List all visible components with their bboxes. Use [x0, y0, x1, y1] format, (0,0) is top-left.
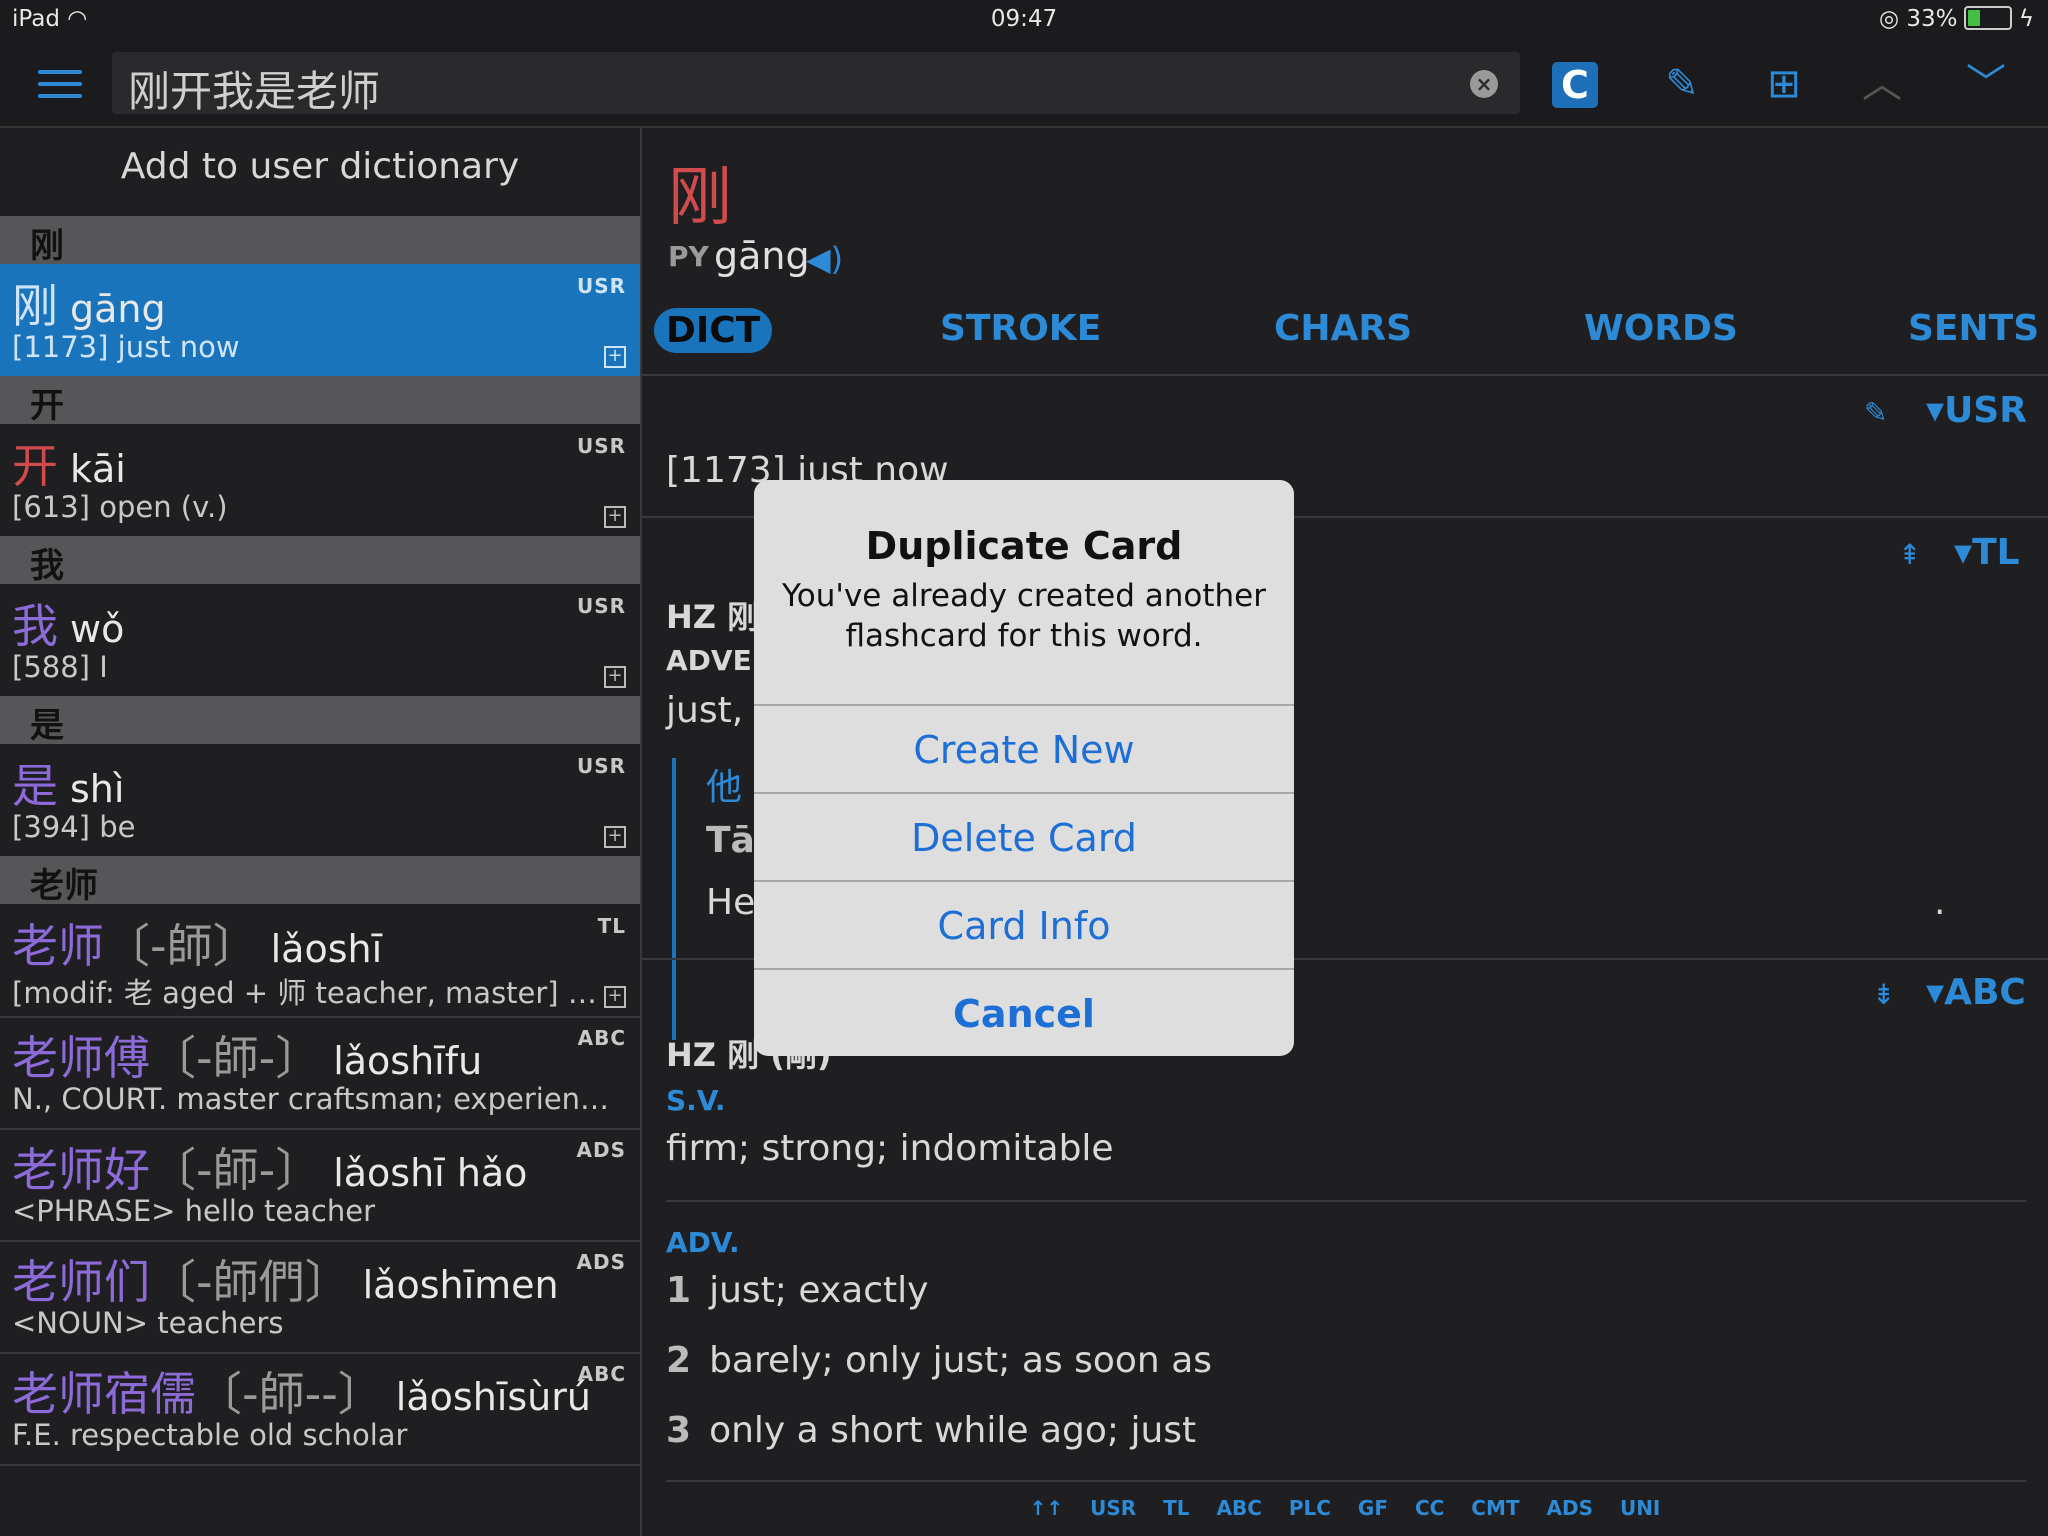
add-icon[interactable]: +	[604, 506, 626, 528]
add-icon[interactable]: +	[604, 826, 626, 848]
tab-words[interactable]: WORDS	[1584, 308, 1738, 349]
section-header: 老师	[0, 856, 640, 906]
top-toolbar: 刚开我是老师 × C ✎ ⊞ ︿ ﹀	[0, 40, 2048, 128]
abc-sense-3: 3 only a short while ago; just	[666, 1410, 1197, 1451]
edit-icon[interactable]: ✎	[1656, 58, 1708, 110]
divider	[666, 1480, 2026, 1482]
lock-rotation-icon: ◎	[1878, 6, 1900, 32]
section-header: 刚	[0, 216, 640, 266]
list-item[interactable]: 开 kāi [613] open (v.) USR +	[0, 424, 640, 538]
tl-hanzi: HZ 刚	[666, 598, 760, 636]
battery-status: ◎ 33% ϟ	[1878, 6, 2034, 32]
tab-stroke[interactable]: STROKE	[940, 308, 1101, 349]
cancel-button[interactable]: Cancel	[754, 968, 1294, 1056]
collapse-icon[interactable]: ⇞	[1898, 538, 1921, 571]
dialog-message: You've already created another flashcard…	[781, 578, 1266, 654]
section-header: 是	[0, 696, 640, 746]
add-icon[interactable]: +	[604, 666, 626, 688]
speaker-icon[interactable]: ◀)	[806, 240, 843, 278]
card-info-button[interactable]: Card Info	[754, 880, 1294, 970]
jump-cc[interactable]: CC	[1415, 1496, 1444, 1520]
section-header: 我	[0, 536, 640, 586]
edit-icon[interactable]: ✎	[1864, 396, 1887, 429]
list-item[interactable]: 老师〔-師〕 lǎoshī [modif: 老 aged + 师 teacher,…	[0, 904, 640, 1018]
list-item[interactable]: 老师好〔-師-〕 lǎoshī hǎo <PHRASE> hello teache…	[0, 1128, 640, 1242]
usr-source-toggle[interactable]: ▾USR	[1926, 390, 2027, 431]
abc-pos-sv: S.V.	[666, 1084, 726, 1117]
add-box-icon[interactable]: ⊞	[1758, 58, 1810, 110]
duplicate-card-dialog: Duplicate Card You've already created an…	[754, 480, 1294, 1056]
jump-uni[interactable]: UNI	[1620, 1496, 1660, 1520]
delete-card-button[interactable]: Delete Card	[754, 792, 1294, 882]
source-jump-bar: ↑↑ USR TL ABC PLC GF CC CMT ADS UNI	[642, 1496, 2048, 1520]
pinyin-label: PY	[668, 240, 709, 273]
chevron-down-icon[interactable]: ﹀	[1960, 58, 2012, 110]
tl-example-end: .	[1934, 882, 1946, 923]
tl-part-of-speech: ADVE	[666, 644, 752, 677]
list-item[interactable]: 我 wǒ [588] I USR +	[0, 584, 640, 698]
menu-icon[interactable]	[38, 70, 82, 100]
jump-tl[interactable]: TL	[1163, 1496, 1189, 1520]
chevron-up-icon[interactable]: ︿	[1856, 58, 1908, 110]
tl-example-pinyin: Tā	[706, 820, 755, 861]
list-item[interactable]: 老师宿儒〔-師--〕 lǎoshīsùrú F.E. respectable ol…	[0, 1352, 640, 1466]
abc-sense-2: 2 barely; only just; as soon as	[666, 1340, 1213, 1381]
add-to-user-dictionary[interactable]: Add to user dictionary	[0, 146, 640, 187]
dialog-title: Duplicate Card	[865, 524, 1183, 568]
add-icon[interactable]: +	[604, 986, 626, 1008]
pinyin-value: gāng	[714, 234, 810, 278]
list-item[interactable]: 老师们〔-師們〕 lǎoshīmen <NOUN> teachers ADS	[0, 1240, 640, 1354]
jump-ads[interactable]: ADS	[1547, 1496, 1593, 1520]
abc-sense-1: 1 just; exactly	[666, 1270, 929, 1311]
clear-icon[interactable]: ×	[1470, 70, 1498, 98]
clock: 09:47	[990, 6, 1058, 32]
jump-plc[interactable]: PLC	[1289, 1496, 1331, 1520]
jump-usr[interactable]: USR	[1090, 1496, 1136, 1520]
jump-gf[interactable]: GF	[1358, 1496, 1388, 1520]
headword-character: 刚	[668, 161, 732, 235]
divider	[666, 1200, 2026, 1202]
search-input[interactable]: 刚开我是老师 ×	[112, 52, 1520, 116]
list-item[interactable]: 老师傅〔-師-〕 lǎoshīfu N., COURT. master craft…	[0, 1016, 640, 1130]
tl-example-english: He	[706, 882, 756, 923]
tab-dict[interactable]: DICT	[654, 308, 773, 353]
tab-chars[interactable]: CHARS	[1274, 308, 1412, 349]
list-item[interactable]: 刚 gāng [1173] just now USR +	[0, 264, 640, 378]
add-icon[interactable]: +	[604, 346, 626, 368]
divider	[642, 374, 2048, 376]
abc-definition: firm; strong; indomitable	[666, 1128, 1114, 1169]
tab-sents[interactable]: SENTS	[1908, 308, 2039, 349]
search-value: 刚开我是老师	[128, 67, 381, 116]
jump-abc[interactable]: ABC	[1216, 1496, 1261, 1520]
status-bar: iPad ◠ 09:47 ◎ 33% ϟ	[0, 0, 2048, 40]
jump-top[interactable]: ↑↑	[1030, 1496, 1064, 1520]
tl-example-hanzi: 他	[706, 767, 743, 808]
abc-source-toggle[interactable]: ▾ABC	[1926, 972, 2026, 1013]
create-new-button[interactable]: Create New	[754, 704, 1294, 794]
battery-icon	[1963, 6, 2012, 30]
results-list: Add to user dictionary 刚 刚 gāng [1173] ju…	[0, 128, 642, 1536]
jump-cmt[interactable]: CMT	[1471, 1496, 1519, 1520]
expand-icon[interactable]: ⇟	[1872, 978, 1895, 1011]
charging-icon: ϟ	[2018, 6, 2034, 32]
section-header: 开	[0, 376, 640, 426]
list-item[interactable]: 是 shì [394] be USR +	[0, 744, 640, 858]
abc-pos-adv: ADV.	[666, 1226, 740, 1259]
example-bar	[672, 758, 676, 1040]
tl-source-toggle[interactable]: ▾TL	[1954, 532, 2020, 573]
clipboard-c-button[interactable]: C	[1552, 62, 1598, 108]
